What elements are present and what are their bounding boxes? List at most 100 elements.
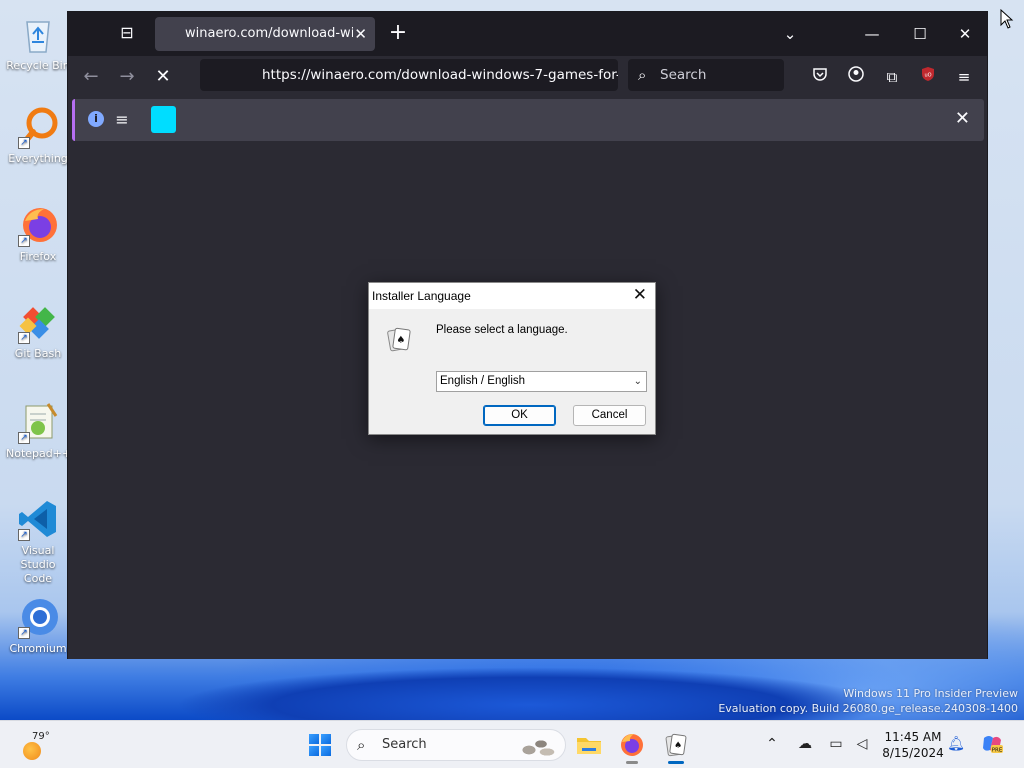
desktop-icon-label: Recycle Bin <box>6 59 70 72</box>
notifications-button[interactable]: 🔔︎ <box>946 734 966 754</box>
sun-icon <box>23 742 41 760</box>
shortcut-arrow-icon: ↗ <box>18 332 30 344</box>
installer-language-dialog: Installer Language ✕ ♠ Please select a l… <box>368 282 656 435</box>
ublock-origin-icon: uO <box>922 67 934 81</box>
desktop-icon-label: Git Bash <box>14 347 62 360</box>
account-icon <box>848 66 864 82</box>
maximize-button[interactable]: ☐ <box>905 20 935 48</box>
chevron-up-icon: ⌃ <box>766 736 778 752</box>
cancel-button[interactable]: Cancel <box>573 405 646 426</box>
windows-logo-icon <box>321 746 331 756</box>
list-all-tabs-button[interactable]: ⌄ <box>775 20 805 48</box>
desktop-icon-firefox[interactable]: ↗ Firefox <box>6 203 70 264</box>
desktop-icon-label: Firefox <box>19 250 57 263</box>
clock-date: 8/15/2024 <box>882 746 944 760</box>
minimize-button[interactable]: — <box>857 20 887 48</box>
taskbar-firefox[interactable] <box>617 730 647 764</box>
start-button[interactable] <box>309 734 331 756</box>
desktop-icon-git-bash[interactable]: ↗ Git Bash <box>6 300 70 361</box>
close-window-button[interactable]: ✕ <box>950 20 980 48</box>
color-swatch <box>151 106 176 133</box>
tray-network[interactable]: ▭ <box>826 734 846 754</box>
windows-logo-icon <box>321 734 331 744</box>
dialog-message: Please select a language. <box>436 324 568 336</box>
svg-text:PRE: PRE <box>992 748 1003 754</box>
forward-button[interactable]: → <box>114 64 140 90</box>
svg-text:♠: ♠ <box>397 335 406 346</box>
firefox-view-button[interactable]: ⊟ <box>116 22 138 44</box>
tab-active[interactable]: winaero.com/download-windows-7-games-for… <box>155 17 375 51</box>
pocket-icon <box>813 68 827 81</box>
pocket-button[interactable] <box>808 65 832 89</box>
dialog-titlebar: Installer Language ✕ <box>369 283 655 309</box>
plus-icon: + <box>388 20 408 45</box>
copilot-button[interactable]: PRE <box>980 734 1004 754</box>
hamburger-menu-icon: ≡ <box>957 68 971 86</box>
language-select[interactable]: English / English ⌄ <box>436 371 647 392</box>
new-tab-button[interactable]: + <box>386 22 410 46</box>
language-select-value: English / English <box>440 375 526 387</box>
minimize-icon: — <box>864 25 880 43</box>
back-button[interactable]: ← <box>78 64 104 90</box>
account-button[interactable] <box>844 65 868 89</box>
notification-bar: i ≡ ✕ <box>72 99 984 141</box>
windows-logo-icon <box>309 746 319 756</box>
network-icon: ▭ <box>829 736 843 752</box>
extensions-button[interactable]: ⧉ <box>880 65 904 89</box>
recycle-bin-icon <box>16 12 60 56</box>
url-text: https://winaero.com/download-windows-7-g… <box>262 67 618 83</box>
notification-menu-button[interactable]: ≡ <box>112 108 132 132</box>
taskbar-clock[interactable]: 11:45 AM 8/15/2024 <box>880 729 946 761</box>
shortcut-arrow-icon: ↗ <box>18 235 30 247</box>
copilot-icon: PRE <box>983 736 1003 754</box>
tab-close-icon[interactable]: ✕ <box>354 17 367 51</box>
stop-loading-button[interactable]: ✕ <box>150 64 176 90</box>
puzzle-icon: ⧉ <box>886 68 898 86</box>
taskbar-search[interactable]: ⌕ Search <box>346 729 566 761</box>
ublock-origin-button[interactable]: uO <box>916 65 940 89</box>
cloud-offline-icon: ☁ <box>798 736 812 752</box>
desktop-icon-vscode[interactable]: ↗ Visual Studio Code <box>6 497 70 586</box>
bell-icon: 🔔︎ <box>947 736 965 752</box>
desktop-icon-label: Chromium <box>9 642 67 655</box>
notification-close-button[interactable]: ✕ <box>955 107 970 131</box>
hamburger-menu-icon: ≡ <box>115 110 129 129</box>
everything-search-icon: ↗ <box>16 105 60 149</box>
show-hidden-icons-button[interactable]: ⌃ <box>762 734 782 754</box>
chevron-down-icon: ⌄ <box>633 376 642 387</box>
dialog-close-button[interactable]: ✕ <box>633 283 647 307</box>
tray-volume[interactable]: ◁ <box>852 734 872 754</box>
shortcut-arrow-icon: ↗ <box>18 529 30 541</box>
desktop-icon-recycle-bin[interactable]: Recycle Bin <box>6 12 70 73</box>
desktop-icon-notepad-plus-plus[interactable]: ↗ Notepad++ <box>6 400 72 461</box>
tab-bar: ⊟ winaero.com/download-windows-7-games-f… <box>68 12 987 56</box>
weather-widget[interactable]: 79° <box>20 731 80 761</box>
search-bar[interactable]: ⌕ Search <box>628 59 784 91</box>
taskbar-installer[interactable]: ♠ <box>661 730 691 764</box>
mouse-cursor-icon <box>1000 8 1014 29</box>
search-highlight-stones-icon <box>517 734 557 756</box>
taskbar-file-explorer[interactable] <box>574 730 604 760</box>
search-placeholder: Search <box>660 67 707 83</box>
close-icon: ✕ <box>958 25 972 43</box>
watermark-line-1: Windows 11 Pro Insider Preview <box>843 687 1018 700</box>
app-menu-button[interactable]: ≡ <box>952 65 976 89</box>
watermark-line-2: Evaluation copy. Build 26080.ge_release.… <box>718 702 1018 715</box>
arrow-left-icon: ← <box>83 66 99 87</box>
svg-text:uO: uO <box>924 73 931 79</box>
running-indicator <box>626 761 638 764</box>
shortcut-arrow-icon: ↗ <box>18 432 30 444</box>
firefox-icon: ↗ <box>16 203 60 247</box>
address-bar[interactable]: https://winaero.com/download-windows-7-g… <box>200 59 618 91</box>
folder-icon <box>577 738 601 754</box>
desktop-icon-label: Notepad++ <box>6 447 72 460</box>
notepad-plus-plus-icon: ↗ <box>16 400 60 444</box>
desktop-icon-everything[interactable]: ↗ Everything <box>6 105 70 166</box>
desktop-icon-chromium[interactable]: ↗ Chromium <box>6 595 70 656</box>
tray-onedrive-offline[interactable]: ☁ <box>795 734 815 754</box>
chromium-icon: ↗ <box>16 595 60 639</box>
active-indicator <box>668 761 684 764</box>
playing-cards-icon: ♠ <box>665 733 687 757</box>
desktop-icon-label: Visual Studio Code <box>20 544 56 585</box>
ok-button[interactable]: OK <box>483 405 556 426</box>
